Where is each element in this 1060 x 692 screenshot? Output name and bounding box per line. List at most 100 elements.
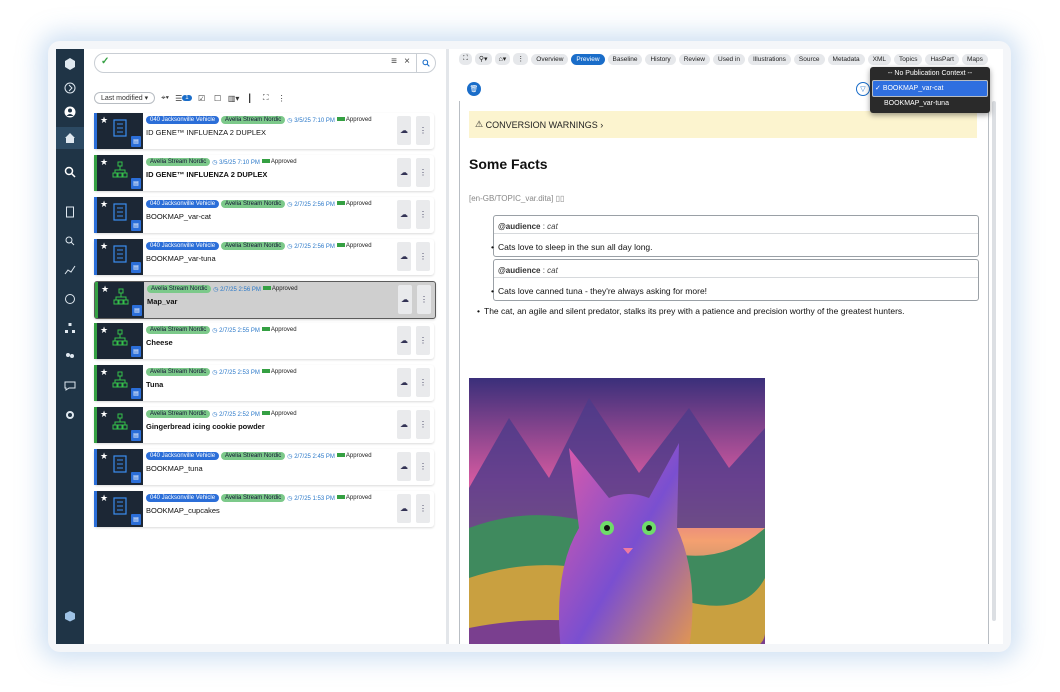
- file-icon: ▤: [131, 346, 141, 357]
- tab-used-in[interactable]: Used in: [713, 53, 746, 65]
- tab-preview[interactable]: Preview: [571, 53, 605, 65]
- star-icon[interactable]: ★: [100, 409, 108, 420]
- list-item[interactable]: ★ ▤ 040 Jacksonville Vehicle Avelia Stream …: [94, 491, 434, 527]
- users-icon[interactable]: [56, 346, 84, 368]
- list-item[interactable]: ★ ▤ Avelia Stream Nordic ◷ 2/7/25 2:56 PM Ap…: [94, 281, 436, 319]
- list-item[interactable]: ★ ▤ 040 Jacksonville Vehicle Avelia Stream …: [94, 449, 434, 485]
- cloud-icon[interactable]: ☁: [397, 410, 411, 439]
- barcode-icon[interactable]: ┃: [244, 92, 256, 104]
- tab-metadata[interactable]: Metadata: [827, 53, 865, 65]
- star-icon[interactable]: ★: [100, 367, 108, 378]
- more-icon[interactable]: ⋮: [416, 326, 430, 355]
- find-icon[interactable]: [56, 230, 84, 252]
- star-icon[interactable]: ★: [101, 284, 109, 295]
- drop-tool-icon[interactable]: ⚲▾: [474, 53, 492, 65]
- avatar-icon[interactable]: [56, 101, 84, 123]
- more-tool-icon[interactable]: ⋮: [513, 53, 529, 65]
- option-label: BOOKMAP_var-tuna: [884, 100, 949, 107]
- star-icon[interactable]: ★: [100, 493, 108, 504]
- conversion-warnings-banner[interactable]: ⚠ CONVERSION WARNINGS ›: [469, 111, 977, 138]
- more-icon[interactable]: ⋮: [416, 410, 430, 439]
- cloud-icon[interactable]: ☁: [398, 285, 412, 314]
- trash-icon[interactable]: 🗑: [467, 82, 481, 96]
- star-icon[interactable]: ★: [100, 157, 108, 168]
- wordpress-icon[interactable]: [56, 288, 84, 310]
- clear-icon[interactable]: ×: [404, 56, 410, 67]
- chart-icon[interactable]: [56, 259, 84, 281]
- star-icon[interactable]: ★: [100, 241, 108, 252]
- more-icon[interactable]: ⋮: [416, 368, 430, 397]
- sort-select[interactable]: Last modified ▾: [94, 92, 156, 104]
- item-thumbnail: ★ ▤: [94, 113, 143, 149]
- gears-icon[interactable]: [56, 404, 84, 426]
- more-icon[interactable]: ⋮: [416, 452, 430, 481]
- tab-haspart[interactable]: HasPart: [925, 53, 959, 65]
- list-view-icon[interactable]: ☰ 1: [175, 92, 192, 104]
- tag-badge: 040 Jacksonville Vehicle: [146, 452, 220, 460]
- status-bar: [261, 327, 270, 332]
- modified-date: ◷ 3/5/25 7:10 PM: [212, 159, 260, 166]
- tab-baseline[interactable]: Baseline: [607, 53, 643, 65]
- tab-review[interactable]: Review: [678, 53, 710, 65]
- list-item[interactable]: ★ ▤ Avelia Stream Nordic ◷ 2/7/25 2:53 PM Ap…: [94, 365, 434, 401]
- more-icon[interactable]: ⋮: [276, 92, 288, 104]
- tab-history[interactable]: History: [645, 53, 676, 65]
- search-button[interactable]: [416, 54, 435, 72]
- star-icon[interactable]: ★: [100, 325, 108, 336]
- list-item[interactable]: ★ ▤ Avelia Stream Nordic ◷ 2/7/25 2:52 PM Ap…: [94, 407, 434, 443]
- cloud-icon[interactable]: ☁: [397, 494, 411, 523]
- item-title: ID GENE™ INFLUENZA 2 DUPLEX: [146, 128, 267, 137]
- tab-topics[interactable]: Topics: [894, 53, 923, 65]
- cursor-select-icon[interactable]: ⌖▾: [159, 92, 171, 104]
- dropdown-option-selected[interactable]: ✓ BOOKMAP_var-cat: [872, 80, 988, 97]
- expand-icon[interactable]: [56, 77, 84, 99]
- sitemap-icon[interactable]: [56, 317, 84, 339]
- expand-tool-icon[interactable]: ⛶: [459, 53, 472, 65]
- more-icon[interactable]: ⋮: [416, 116, 430, 145]
- star-icon[interactable]: ★: [100, 451, 108, 462]
- cloud-icon[interactable]: ☁: [397, 368, 411, 397]
- status-bar: [336, 453, 345, 458]
- more-icon[interactable]: ⋮: [416, 158, 430, 187]
- cloud-icon[interactable]: ☁: [397, 116, 411, 145]
- cube-icon[interactable]: [56, 605, 84, 627]
- more-icon[interactable]: ⋮: [416, 494, 430, 523]
- cloud-icon[interactable]: ☁: [397, 200, 411, 229]
- cloud-icon[interactable]: ☁: [397, 242, 411, 271]
- star-icon[interactable]: ★: [100, 115, 108, 126]
- scrollbar[interactable]: [992, 101, 996, 621]
- tab-maps[interactable]: Maps: [961, 53, 988, 65]
- more-icon[interactable]: ⋮: [416, 200, 430, 229]
- filter-menu-icon[interactable]: ≡: [391, 56, 397, 67]
- publication-context-dropdown[interactable]: -- No Publication Context -- ✓ BOOKMAP_v…: [870, 67, 990, 113]
- dropdown-header[interactable]: -- No Publication Context --: [870, 67, 990, 80]
- star-icon[interactable]: ★: [100, 199, 108, 210]
- home-icon[interactable]: [56, 127, 84, 149]
- tab-overview[interactable]: Overview: [531, 53, 569, 65]
- list-item[interactable]: ★ ▤ 040 Jacksonville Vehicle Avelia Stream …: [94, 113, 434, 149]
- tab-source[interactable]: Source: [793, 53, 825, 65]
- list-item[interactable]: ★ ▤ Avelia Stream Nordic ◷ 3/5/25 7:10 PM Ap…: [94, 155, 434, 191]
- item-meta: Avelia Stream Nordic ◷ 2/7/25 2:55 PM Appr…: [146, 326, 297, 334]
- select-all-icon[interactable]: ☑: [196, 92, 208, 104]
- list-item[interactable]: ★ ▤ Avelia Stream Nordic ◷ 2/7/25 2:55 PM Ap…: [94, 323, 434, 359]
- tag-tool-icon[interactable]: ⌂▾: [494, 53, 511, 65]
- cloud-icon[interactable]: ☁: [397, 452, 411, 481]
- deselect-icon[interactable]: ☐: [212, 92, 224, 104]
- fullscreen-icon[interactable]: ⛶: [260, 92, 272, 104]
- search-input[interactable]: ✓ ≡ ×: [94, 53, 436, 73]
- tab-illustrations[interactable]: Illustrations: [748, 53, 791, 65]
- cloud-icon[interactable]: ☁: [397, 158, 411, 187]
- more-icon[interactable]: ⋮: [416, 242, 430, 271]
- list-item[interactable]: ★ ▤ 040 Jacksonville Vehicle Avelia Stream …: [94, 197, 434, 233]
- list-item[interactable]: ★ ▤ 040 Jacksonville Vehicle Avelia Stream …: [94, 239, 434, 275]
- filter-icon[interactable]: ▽: [856, 82, 870, 96]
- dropdown-option[interactable]: BOOKMAP_var-tuna: [870, 97, 990, 110]
- more-icon[interactable]: ⋮: [417, 285, 431, 314]
- cloud-icon[interactable]: ☁: [397, 326, 411, 355]
- tab-xml[interactable]: XML: [867, 53, 892, 65]
- search-icon[interactable]: [56, 161, 84, 183]
- columns-icon[interactable]: ▥▾: [228, 92, 240, 104]
- document-icon[interactable]: [56, 201, 84, 223]
- comments-icon[interactable]: [56, 375, 84, 397]
